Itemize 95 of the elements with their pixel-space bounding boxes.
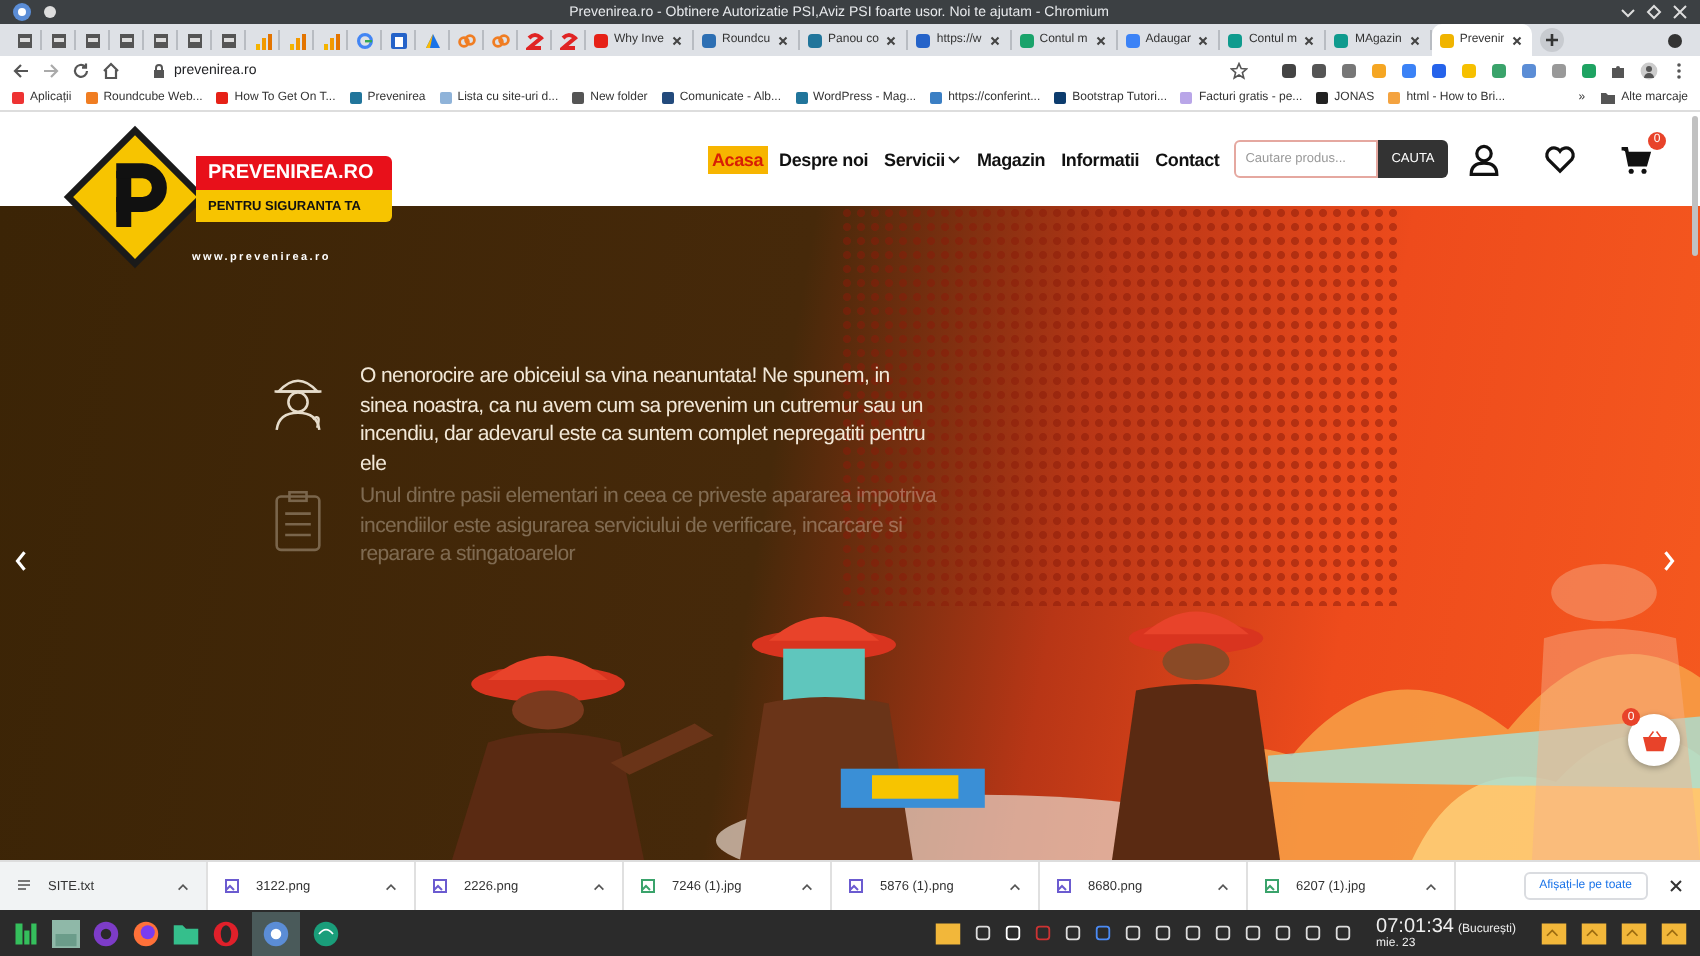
folder-icon[interactable] [1660, 919, 1688, 947]
close-icon[interactable] [1510, 33, 1525, 47]
chevron-up-icon[interactable] [800, 879, 814, 893]
fox-browser-icon[interactable] [132, 919, 160, 947]
hero-paragraph: O nenorocire are obiceiul sa vina neanuntata! Ne spunem, in sinea noastra, ca nu avem cum sa prevenim un cutremur sau un incendiu, dar adevarul este ca suntem complet nepregatiti pentru ele [360, 362, 928, 478]
image-file-icon [432, 878, 448, 894]
round-app-icon[interactable] [312, 919, 340, 947]
text-file-icon [16, 878, 32, 894]
user-icon[interactable] [1468, 143, 1500, 175]
taskbar-active-app[interactable] [252, 911, 300, 955]
triangle-logo-icon [423, 31, 441, 49]
image-file-icon [848, 878, 864, 894]
folder-icon[interactable] [1580, 919, 1608, 947]
close-icon[interactable] [1407, 33, 1422, 47]
chevron-up-icon[interactable] [176, 879, 190, 893]
tab-search-icon[interactable] [1666, 31, 1684, 49]
bookmark-icon [1180, 92, 1193, 104]
puzzle-icon[interactable] [1610, 62, 1628, 80]
close-icon[interactable] [1196, 33, 1211, 47]
favicon-icon [1019, 33, 1034, 47]
bar-chart-icon [287, 31, 305, 49]
next-slide-icon[interactable] [1662, 550, 1676, 572]
chevron-up-icon[interactable] [1216, 879, 1230, 893]
new-tab-button[interactable] [1540, 28, 1565, 52]
image-file-icon [1264, 878, 1280, 894]
hero-paragraph: Unul dintre pasii elementari in ceea ce priveste apararea impotriva incendiilor este asigurarea serviciului de verificare, incarcare si reparare a stingatoarelor [360, 482, 939, 569]
bookmark-icon [1388, 92, 1401, 104]
close-icon[interactable] [776, 33, 791, 47]
square-logo-icon [389, 31, 407, 49]
favicon-icon [1334, 33, 1349, 47]
basket-icon [1641, 729, 1667, 751]
plus-icon [1544, 32, 1561, 48]
bookmark-icon [1316, 92, 1329, 104]
favicon-icon [1125, 33, 1140, 47]
favicon-icon [916, 33, 931, 47]
maximize-icon[interactable] [1646, 4, 1662, 20]
bookmark-icon [216, 92, 229, 104]
bookmark-icon [12, 92, 24, 104]
folder-icon[interactable] [1540, 919, 1568, 947]
close-icon[interactable] [1302, 33, 1317, 47]
scrollbar[interactable] [1692, 116, 1698, 256]
back-icon[interactable] [12, 62, 30, 80]
cart-icon[interactable] [1620, 143, 1652, 175]
clock-time[interactable]: 07:01:34 [1376, 917, 1454, 937]
favicon-icon [594, 33, 608, 47]
close-icon[interactable] [884, 33, 899, 47]
folder-icon[interactable] [934, 919, 963, 947]
close-icon[interactable] [1668, 878, 1684, 894]
chromium-icon [262, 919, 290, 947]
reload-icon[interactable] [72, 62, 90, 80]
start-menu-icon[interactable] [12, 919, 40, 947]
nav-link[interactable]: Magazin [972, 145, 1050, 173]
nav-link[interactable]: Servicii [880, 145, 965, 173]
chevron-up-icon[interactable] [1424, 879, 1438, 893]
bar-chart-icon [321, 31, 339, 49]
bookmark-icon [439, 92, 452, 104]
opera-browser-icon[interactable] [212, 919, 240, 947]
image-file-icon [1056, 878, 1072, 894]
bookmark-icon [795, 92, 808, 104]
star-icon[interactable] [1230, 62, 1248, 80]
google-logo-icon [355, 31, 373, 49]
close-icon[interactable] [670, 33, 685, 47]
nav-link[interactable]: Contact [1151, 145, 1224, 173]
bookmark-icon [572, 92, 585, 104]
chevron-up-icon[interactable] [384, 879, 398, 893]
favicon-icon [1228, 33, 1243, 47]
home-icon[interactable] [102, 62, 120, 80]
folder-icon [1599, 90, 1616, 106]
bookmark-icon [1054, 92, 1067, 104]
folder-icon[interactable] [1620, 919, 1648, 947]
close-icon[interactable] [1093, 33, 1108, 47]
close-icon[interactable] [987, 33, 1002, 47]
previous-slide-icon[interactable] [14, 550, 28, 572]
image-file-icon [224, 878, 240, 894]
app-logo-icon [12, 2, 32, 22]
chevron-up-icon[interactable] [1008, 879, 1022, 893]
bookmark-icon [930, 92, 943, 104]
window-thumbnail-icon[interactable] [52, 919, 80, 947]
profile-icon[interactable] [1640, 62, 1658, 80]
favicon-icon [702, 33, 717, 47]
favicon-icon [1439, 33, 1454, 47]
lock-icon [152, 64, 166, 78]
minimize-icon[interactable] [1620, 4, 1636, 20]
nav-link[interactable]: Despre noi [775, 145, 873, 173]
bookmark-icon [349, 92, 362, 104]
heart-icon[interactable] [1544, 143, 1576, 175]
logo-name: PREVENIREA.RO [196, 156, 392, 190]
image-file-icon [640, 878, 656, 894]
bookmark-icon [85, 92, 98, 104]
nav-link[interactable]: Informatii [1057, 145, 1144, 173]
bar-chart-icon [253, 31, 271, 49]
folder-icon[interactable] [172, 919, 200, 947]
chevron-up-icon[interactable] [592, 879, 606, 893]
favicon-icon [808, 33, 823, 47]
bookmark-icon [661, 92, 674, 104]
